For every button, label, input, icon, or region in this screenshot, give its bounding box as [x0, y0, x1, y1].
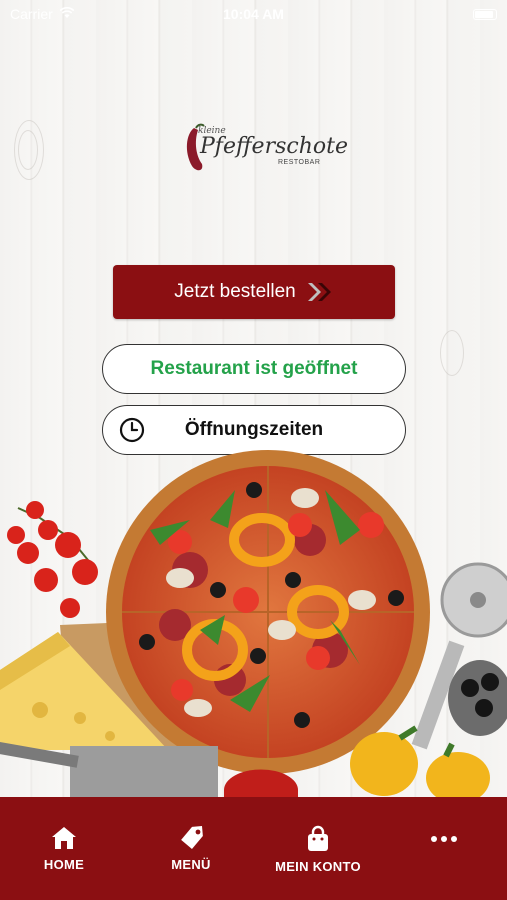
nav-home[interactable]: HOME [38, 825, 90, 872]
battery-icon [473, 8, 497, 20]
opening-hours-label: Öffnungszeiten [184, 419, 324, 440]
shopping-bag-icon [308, 825, 328, 851]
nav-account-label: MEIN KONTO [275, 859, 361, 874]
nav-more[interactable] [418, 835, 470, 843]
opening-hours-button[interactable]: Öffnungszeiten [102, 405, 406, 455]
double-chevron-right-icon [306, 281, 334, 303]
nav-home-label: HOME [43, 857, 85, 872]
nav-menu-label: MENÜ [171, 857, 211, 872]
order-now-label: Jetzt bestellen [174, 281, 296, 302]
clock-icon [119, 417, 145, 449]
bottom-navigation: HOME MENÜ MEIN KONTO [0, 797, 507, 900]
nav-menu[interactable]: MENÜ [163, 825, 219, 872]
open-status-text: Restaurant ist geöffnet [150, 358, 358, 379]
open-status-badge: Restaurant ist geöffnet [102, 344, 406, 394]
nav-account[interactable]: MEIN KONTO [265, 825, 371, 874]
status-bar: Carrier 10:04 AM [0, 0, 507, 28]
order-now-button[interactable]: Jetzt bestellen [113, 265, 395, 319]
more-icon [431, 836, 457, 842]
logo-sub-text: RESTOBAR [278, 159, 321, 166]
wood-knot [18, 130, 38, 170]
status-time: 10:04 AM [223, 6, 284, 22]
restaurant-logo: kleine Pfefferschote RESTOBAR [180, 122, 348, 174]
pizza-illustration [0, 450, 507, 804]
tag-icon [181, 825, 203, 849]
logo-main-text: Pfefferschote [200, 134, 348, 159]
wood-knot [440, 330, 464, 376]
home-icon [52, 827, 76, 849]
